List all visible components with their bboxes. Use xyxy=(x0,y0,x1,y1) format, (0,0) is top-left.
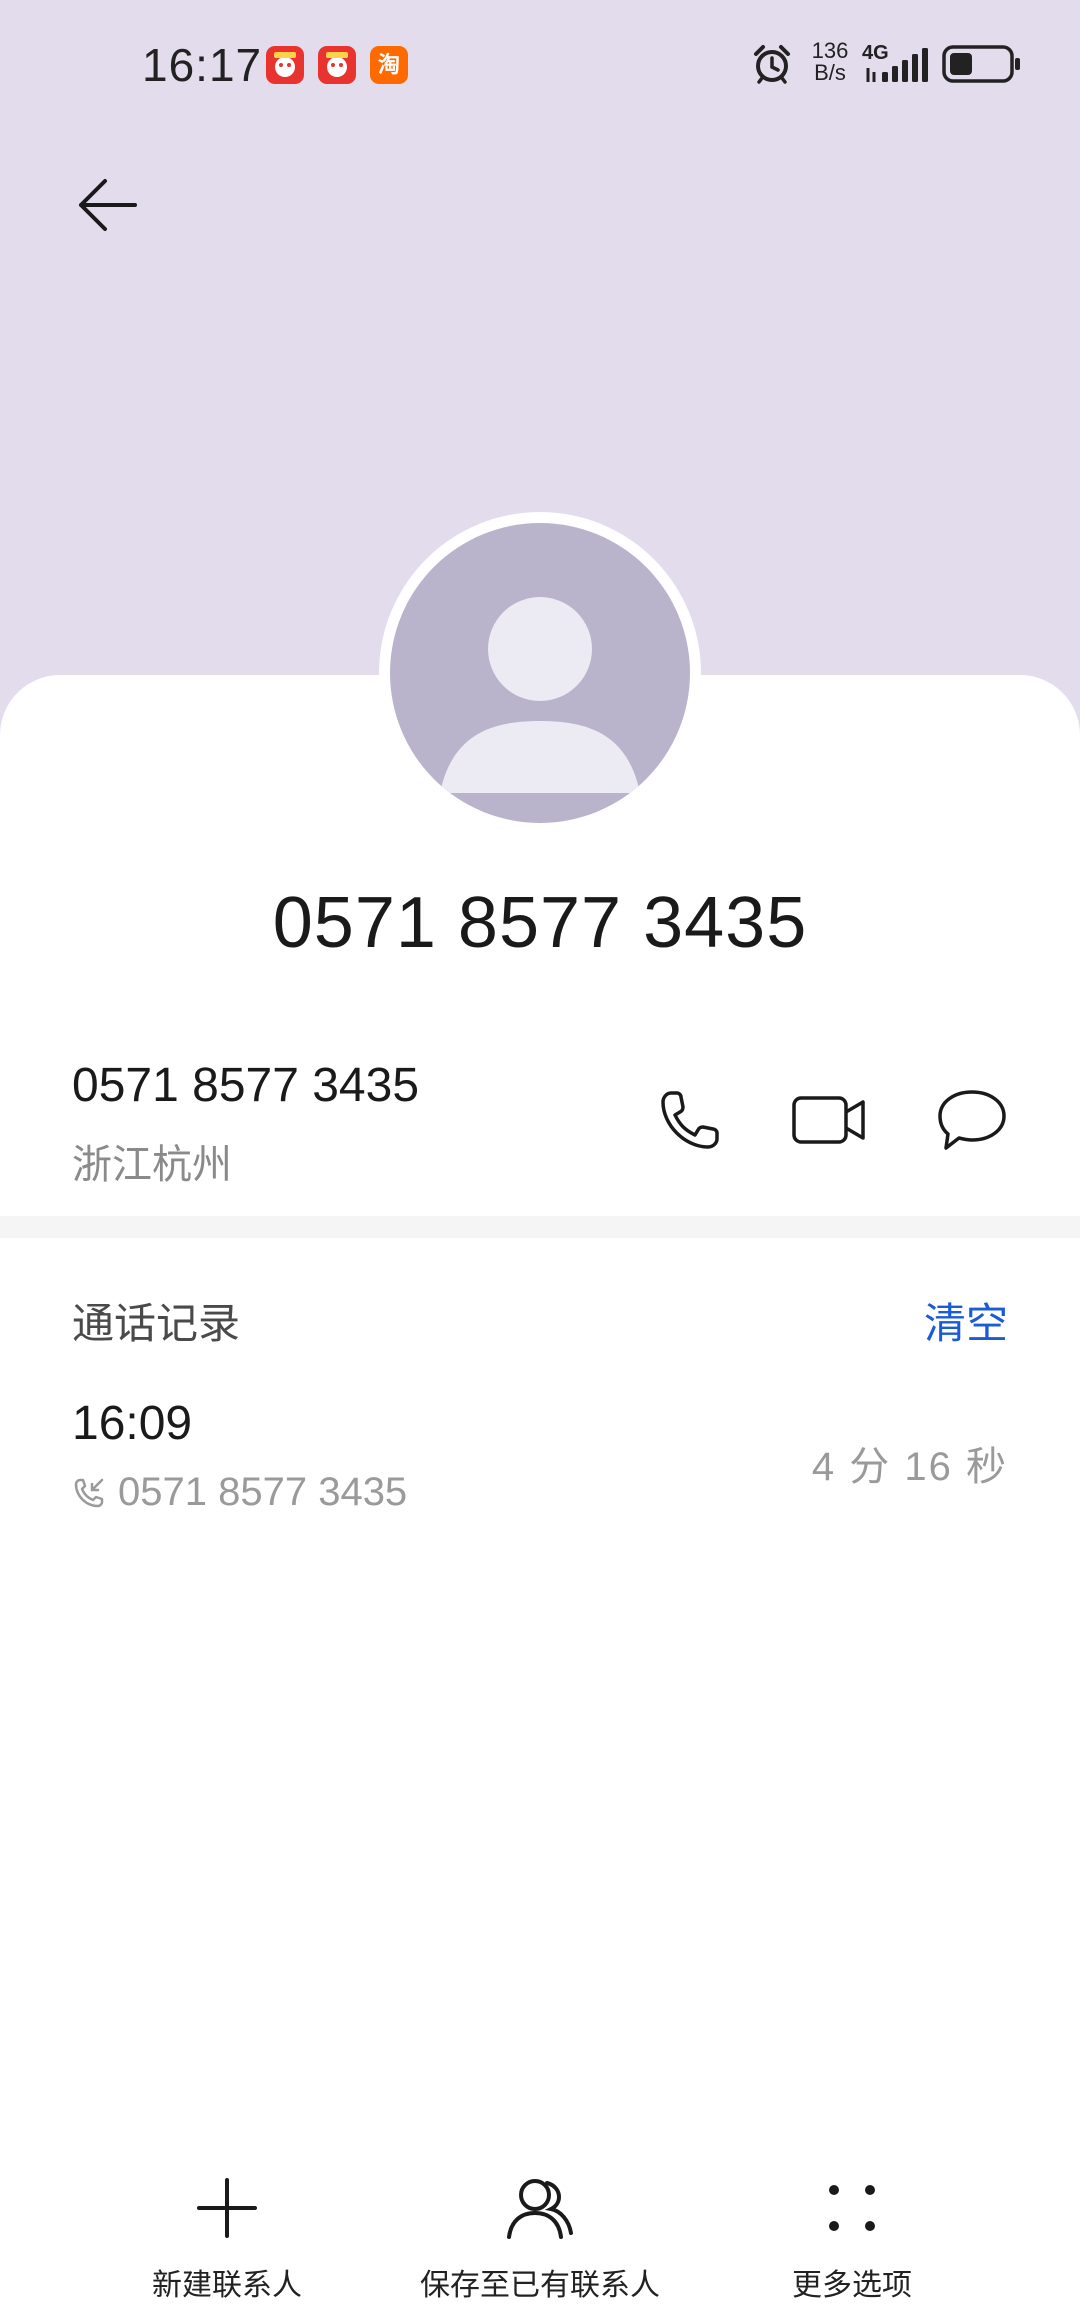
incoming-call-icon xyxy=(72,1476,106,1510)
more-options-button[interactable]: 更多选项 xyxy=(702,2170,1002,2304)
network-speed: 136 B/s xyxy=(808,40,852,84)
call-log-item[interactable]: 16:09 0571 8577 3435 4 分 16 秒 xyxy=(72,1390,1008,1530)
status-time: 16:17 xyxy=(142,39,263,91)
back-button[interactable] xyxy=(62,160,152,250)
call-button[interactable] xyxy=(650,1080,730,1160)
message-button[interactable] xyxy=(932,1080,1012,1160)
pinduoduo-app-icon-2 xyxy=(318,46,356,84)
message-icon xyxy=(938,1090,1006,1150)
new-contact-label: 新建联系人 xyxy=(152,2269,302,2302)
video-call-button[interactable] xyxy=(789,1080,869,1160)
phone-number-row[interactable]: 0571 8577 3435 浙江杭州 xyxy=(72,1050,1008,1200)
contact-title-number: 0571 8577 3435 xyxy=(272,883,808,963)
phone-location: 浙江杭州 xyxy=(72,1143,232,1187)
call-log-title: 通话记录 xyxy=(72,1300,241,1347)
call-log-number: 0571 8577 3435 xyxy=(118,1470,408,1514)
video-call-icon xyxy=(792,1096,865,1144)
contact-avatar xyxy=(379,512,701,834)
call-log-time: 16:09 xyxy=(72,1397,193,1450)
more-dots-icon xyxy=(829,2185,875,2231)
taobao-app-label: 淘 xyxy=(377,52,400,77)
signal-icon xyxy=(864,48,930,84)
contacts-person-icon xyxy=(507,2179,573,2239)
status-bar: 16:17 淘 136 B/s 4G xyxy=(0,0,1080,130)
plus-icon xyxy=(197,2178,257,2238)
alarm-icon xyxy=(750,42,794,86)
more-options-label: 更多选项 xyxy=(792,2269,912,2302)
network-speed-unit: B/s xyxy=(814,60,846,85)
pinduoduo-app-icon xyxy=(266,46,304,84)
call-log-duration: 4 分 16 秒 xyxy=(811,1445,1008,1489)
default-person-icon xyxy=(440,597,640,793)
phone-number: 0571 8577 3435 xyxy=(72,1059,420,1112)
save-to-existing-label: 保存至已有联系人 xyxy=(420,2269,660,2302)
battery-icon xyxy=(942,44,1022,84)
bottom-action-bar: 新建联系人 保存至已有联系人 更多选项 xyxy=(0,2150,1080,2310)
clear-call-log-button[interactable]: 清空 xyxy=(924,1290,1008,1351)
phone-icon xyxy=(661,1091,719,1149)
new-contact-button[interactable]: 新建联系人 xyxy=(77,2170,377,2304)
arrow-left-icon xyxy=(79,179,137,231)
save-to-existing-contact-button[interactable]: 保存至已有联系人 xyxy=(390,2170,690,2304)
call-log-number-row: 0571 8577 3435 xyxy=(72,1470,407,1515)
section-divider xyxy=(0,1216,1080,1238)
network-speed-value: 136 xyxy=(811,38,849,63)
taobao-app-icon: 淘 xyxy=(370,46,408,84)
